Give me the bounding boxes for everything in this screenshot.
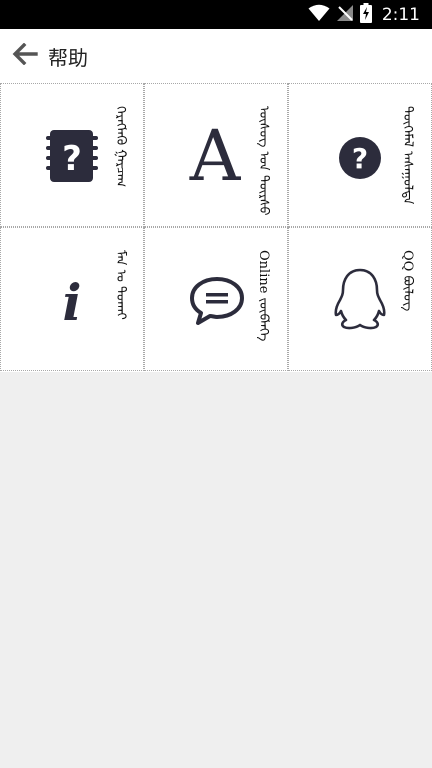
wifi-icon — [308, 4, 330, 26]
arrow-left-icon — [12, 42, 38, 69]
grid-item-guide-label: ᠬᠡᠷᠡᠭᠯᠡᠬᠦ ᠭᠠᠷᠴᠠᠭ — [114, 106, 127, 188]
grid-item-font-size[interactable]: A ᠦᠰᠦᠭ ᠤᠨ ᠳᠦᠷᠰᠦ ᠰᠣᠩᠭᠣᠬᠤ — [144, 83, 288, 227]
status-time: 2:11 — [381, 5, 420, 25]
svg-text:?: ? — [352, 142, 368, 175]
grid-item-online-feedback-label: Online ᠵᠥᠪᠯᠡᠭᠡ — [257, 250, 270, 342]
grid-item-qq[interactable]: QQ ᠪᠦᠯᠦᠭ — [288, 227, 432, 371]
font-letter-a-icon: A — [185, 126, 245, 184]
svg-text:i: i — [63, 276, 82, 324]
grid-item-guide[interactable]: ? ᠬᠡᠷᠡᠭᠯᠡᠬᠦ ᠭᠠᠷᠴᠠᠭ — [0, 83, 144, 227]
grid-item-about-label: ᠮᠠᠨ ᠤ ᠲᠤᠬᠠᠢ — [114, 250, 127, 320]
back-button[interactable] — [8, 39, 42, 73]
status-bar: 2:11 — [0, 0, 432, 29]
grid-item-faq[interactable]: ? ᠲᠦᠭᠡᠮᠡᠯ ᠠᠰᠠᠭᠤᠯᠲᠠ — [288, 83, 432, 227]
app-bar: 帮助 — [0, 29, 432, 83]
grid-item-online-feedback[interactable]: Online ᠵᠥᠪᠯᠡᠭᠡ — [144, 227, 288, 371]
no-signal-icon — [336, 4, 354, 26]
status-icons: 2:11 — [308, 3, 420, 27]
chat-bubble-icon — [189, 276, 245, 326]
grid-item-qq-label: QQ ᠪᠦᠯᠦᠭ — [401, 250, 414, 312]
help-grid: ? ᠬᠡᠷᠡᠭᠯᠡᠬᠦ ᠭᠠᠷᠴᠠᠭ A ᠦᠰᠦᠭ ᠤᠨ ᠳᠦᠷᠰᠦ ᠰᠣᠩᠭᠣ… — [0, 83, 432, 372]
grid-item-font-size-label: ᠦᠰᠦᠭ ᠤᠨ ᠳᠦᠷᠰᠦ ᠰᠣᠩᠭᠣᠬᠤ — [257, 106, 270, 216]
battery-charging-icon — [359, 3, 372, 27]
notebook-question-icon: ? — [45, 130, 99, 182]
svg-text:?: ? — [62, 139, 82, 179]
page-title: 帮助 — [48, 46, 88, 70]
help-circle-icon: ? — [338, 136, 382, 180]
info-icon: i — [59, 276, 85, 324]
svg-text:A: A — [189, 126, 242, 184]
grid-item-faq-label: ᠲᠦᠭᠡᠮᠡᠯ ᠠᠰᠠᠭᠤᠯᠲᠠ — [401, 106, 414, 205]
grid-item-about[interactable]: i ᠮᠠᠨ ᠤ ᠲᠤᠬᠠᠢ — [0, 227, 144, 371]
qq-penguin-icon — [333, 268, 387, 330]
